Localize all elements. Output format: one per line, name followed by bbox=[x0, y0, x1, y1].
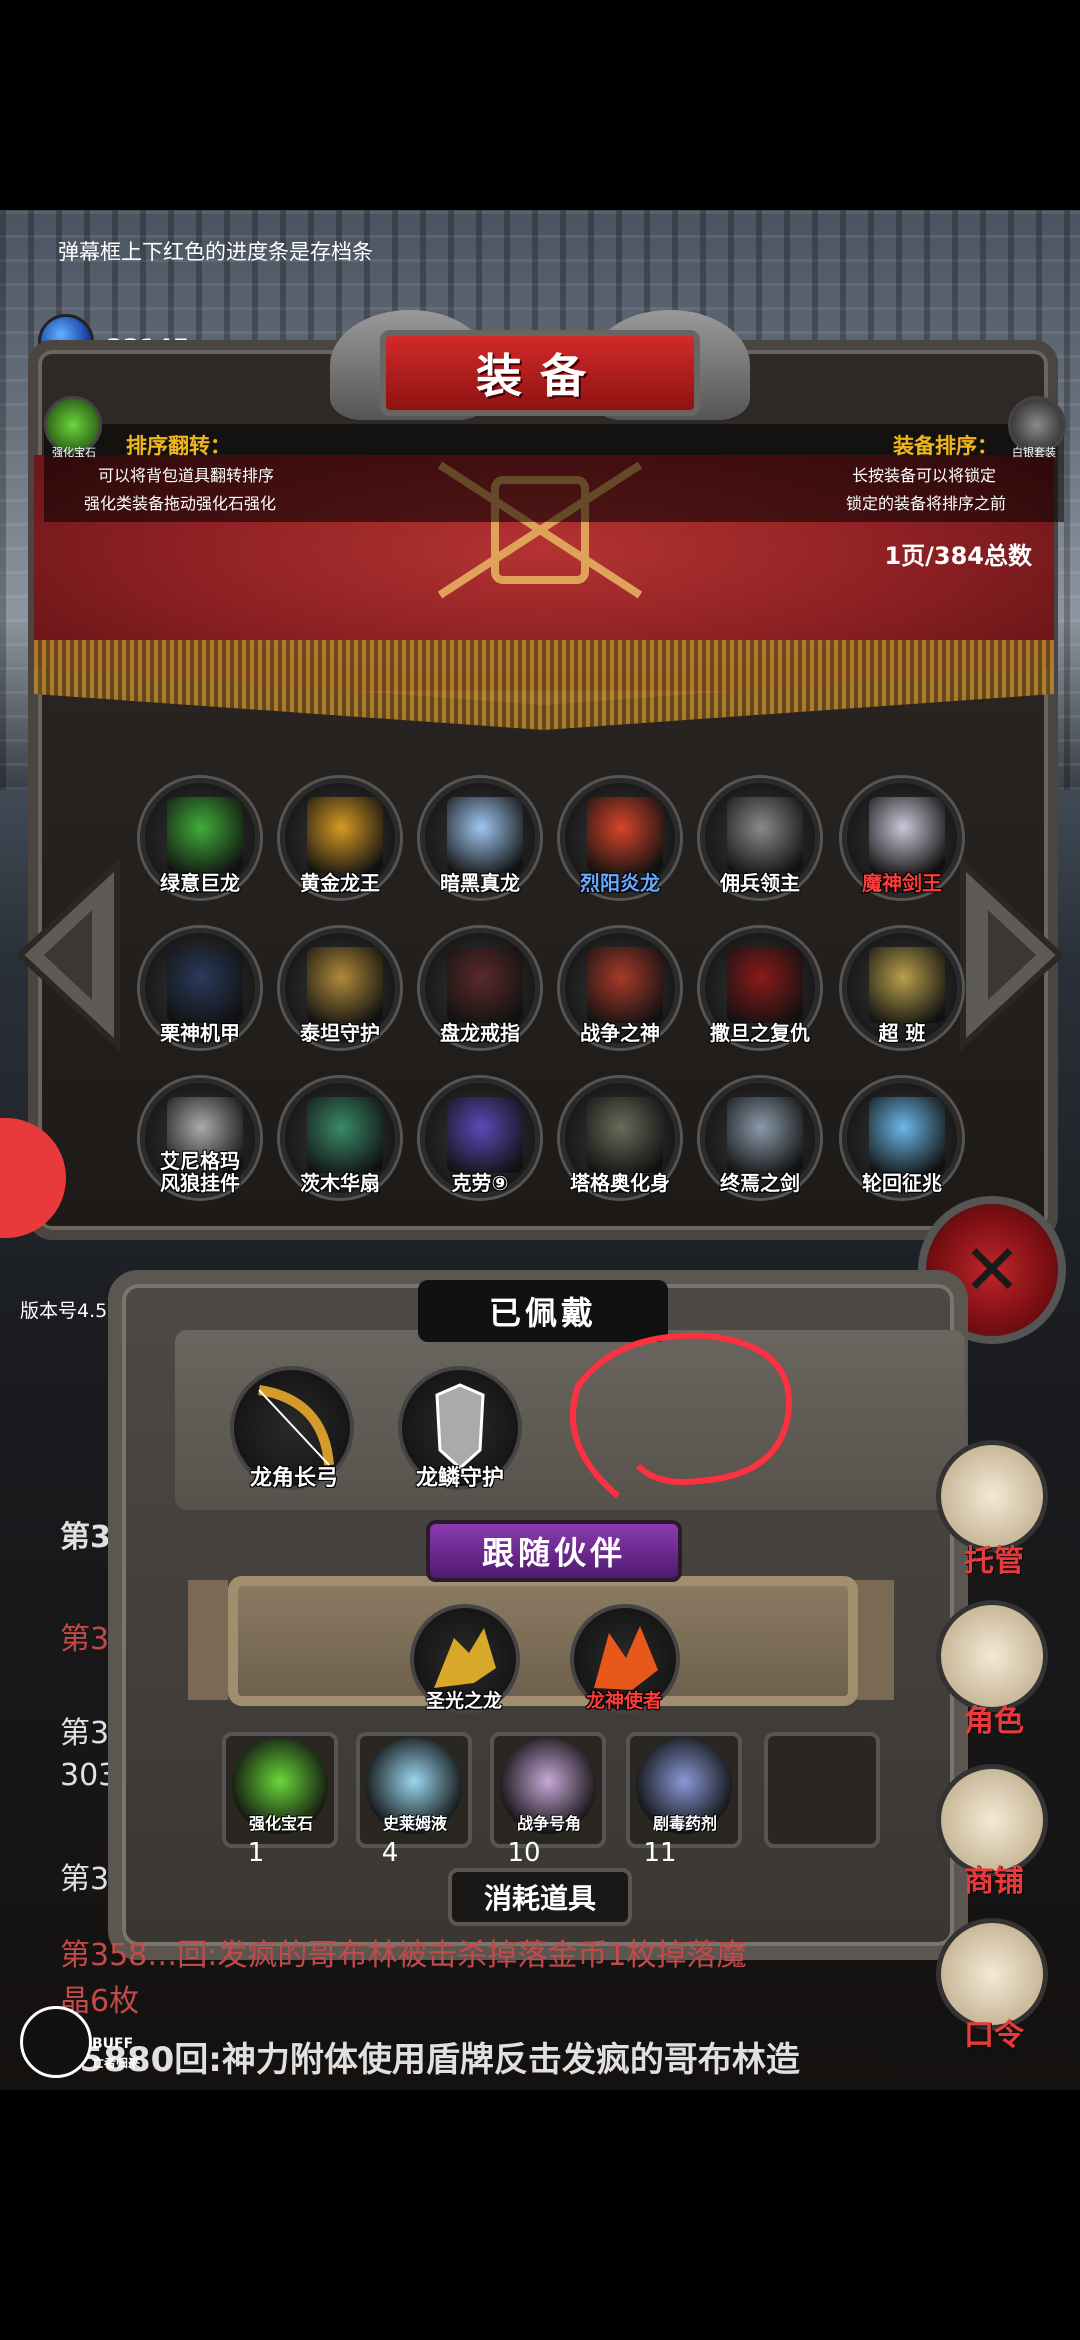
equipment-item[interactable]: 撒旦之复仇 bbox=[700, 928, 820, 1048]
equipment-title: 装备 bbox=[380, 330, 700, 416]
consumable-count: 10 bbox=[507, 1838, 541, 1868]
shop-label: 商铺 bbox=[964, 1864, 1024, 1899]
equipment-item[interactable]: 艾尼格玛 风狼挂件 bbox=[140, 1078, 260, 1198]
equipment-item[interactable]: 泰坦守护 bbox=[280, 928, 400, 1048]
equipment-item[interactable]: 暗黑真龙 bbox=[420, 778, 540, 898]
pillar-right bbox=[854, 1580, 894, 1700]
sort-reverse-line2: 强化类装备拖动强化石强化 bbox=[84, 494, 277, 513]
item-sprite-icon bbox=[167, 947, 243, 1023]
log-line: 第358…回:发疯的哥布林被击杀掉落金币1枚掉落魔 bbox=[60, 1938, 747, 1973]
auto-play-label: 托管 bbox=[964, 1544, 1024, 1579]
item-sprite-icon bbox=[869, 797, 945, 873]
item-name: 克劳⑨ bbox=[451, 1171, 509, 1195]
buff-sub: 亡者归来 bbox=[92, 2056, 141, 2070]
equipment-item[interactable]: 烈阳炎龙 bbox=[560, 778, 680, 898]
item-sprite-icon bbox=[727, 797, 803, 873]
equipment-item[interactable]: 盘龙戒指 bbox=[420, 928, 540, 1048]
consumable-name: 史莱姆液 bbox=[382, 1814, 447, 1833]
code-label: 口令 bbox=[964, 2018, 1024, 2053]
annotation-circle bbox=[570, 1332, 792, 1499]
buff-label: BUFF bbox=[92, 2036, 134, 2052]
item-sprite-icon bbox=[307, 797, 383, 873]
item-sprite-icon bbox=[447, 1097, 523, 1173]
equipment-item[interactable]: 塔格奥化身 bbox=[560, 1078, 680, 1198]
item-name: 绿意巨龙 bbox=[160, 871, 240, 895]
item-sprite-icon bbox=[587, 797, 663, 873]
prev-page-arrow-icon[interactable] bbox=[12, 860, 124, 1050]
sort-equip-line2: 锁定的装备将排序之前 bbox=[845, 494, 1006, 513]
item-sprite-icon bbox=[307, 1097, 383, 1173]
item-name: 艾尼格玛 风狼挂件 bbox=[160, 1149, 240, 1195]
item-sprite-icon bbox=[869, 1097, 945, 1173]
item-name: 超 班 bbox=[878, 1021, 926, 1045]
item-sprite-icon bbox=[869, 947, 945, 1023]
item-name: 烈阳炎龙 bbox=[580, 871, 660, 895]
item-name: 茨木华扇 bbox=[300, 1171, 380, 1195]
consumable-name: 战争号角 bbox=[516, 1814, 581, 1833]
equipment-item[interactable]: 战争之神 bbox=[560, 928, 680, 1048]
consumable-name: 剧毒药剂 bbox=[652, 1814, 717, 1833]
item-name: 战争之神 bbox=[580, 1021, 660, 1045]
item-name: 终焉之剑 bbox=[720, 1171, 800, 1195]
item-sprite-icon bbox=[447, 797, 523, 873]
equipped-name: 龙鳞守护 bbox=[415, 1466, 504, 1491]
enhance-gem-label: 强化宝石 bbox=[52, 446, 96, 459]
equipment-item[interactable]: 终焉之剑 bbox=[700, 1078, 820, 1198]
consumable-count: 4 bbox=[381, 1838, 399, 1868]
equipment-item[interactable]: 克劳⑨ bbox=[420, 1078, 540, 1198]
item-name: 佣兵领主 bbox=[720, 871, 800, 895]
item-name: 魔神剑王 bbox=[862, 871, 942, 895]
consumable-count: 1 bbox=[247, 1838, 265, 1868]
consumable-slot-empty[interactable] bbox=[764, 1732, 880, 1848]
equipment-item[interactable]: 轮回征兆 bbox=[842, 1078, 962, 1198]
consumable-count: 11 bbox=[643, 1838, 677, 1868]
log-line: 第3 bbox=[60, 1520, 111, 1555]
equipment-item[interactable]: 佣兵领主 bbox=[700, 778, 820, 898]
skull-buff-icon[interactable] bbox=[20, 2006, 92, 2078]
character-label: 角色 bbox=[964, 1704, 1024, 1739]
item-name: 泰坦守护 bbox=[300, 1021, 380, 1045]
equipment-item[interactable]: 茨木华扇 bbox=[280, 1078, 400, 1198]
item-sprite-icon bbox=[447, 947, 523, 1023]
log-line: 第3 bbox=[60, 1862, 110, 1897]
item-name: 撒旦之复仇 bbox=[710, 1021, 810, 1045]
item-sprite-icon bbox=[727, 947, 803, 1023]
version-label: 版本号4.57 bbox=[20, 1300, 120, 1322]
equipment-item[interactable]: 栗神机甲 bbox=[140, 928, 260, 1048]
equipment-item[interactable]: 黄金龙王 bbox=[280, 778, 400, 898]
item-name: 黄金龙王 bbox=[300, 871, 380, 895]
sort-equip-title[interactable]: 装备排序： bbox=[893, 430, 998, 460]
item-sprite-icon bbox=[167, 797, 243, 873]
item-sprite-icon bbox=[587, 947, 663, 1023]
pillar-left bbox=[188, 1580, 228, 1700]
page-info: 1页/384总数 bbox=[884, 542, 1032, 570]
sort-reverse-title[interactable]: 排序翻转： bbox=[126, 430, 231, 460]
equipment-item[interactable]: 超 班 bbox=[842, 928, 962, 1048]
consumables-header: 消耗道具 bbox=[448, 1868, 632, 1926]
companion-name: 龙神使者 bbox=[585, 1690, 662, 1712]
item-sprite-icon bbox=[307, 947, 383, 1023]
item-name: 塔格奥化身 bbox=[570, 1171, 670, 1195]
item-name: 栗神机甲 bbox=[160, 1021, 240, 1045]
tip-text: 弹幕框上下红色的进度条是存档条 bbox=[58, 240, 373, 264]
sort-reverse-line1: 可以将背包道具翻转排序 bbox=[98, 466, 275, 485]
item-sprite-icon bbox=[587, 1097, 663, 1173]
consumable-name: 强化宝石 bbox=[248, 1814, 313, 1833]
silver-set-label: 白银套装 bbox=[1012, 446, 1056, 459]
equipped-name: 龙角长弓 bbox=[249, 1466, 338, 1491]
item-sprite-icon bbox=[727, 1097, 803, 1173]
item-name: 盘龙戒指 bbox=[440, 1021, 520, 1045]
item-name: 轮回征兆 bbox=[862, 1171, 942, 1195]
item-name: 暗黑真龙 bbox=[440, 871, 520, 895]
equipment-item[interactable]: 绿意巨龙 bbox=[140, 778, 260, 898]
equipment-item[interactable]: 魔神剑王 bbox=[842, 778, 962, 898]
companion-name: 圣光之龙 bbox=[425, 1690, 502, 1712]
battle-log-latest: 35880回:神力附体使用盾牌反击发疯的哥布林造 bbox=[56, 2040, 800, 2080]
sort-equip-line1: 长按装备可以将锁定 bbox=[851, 466, 996, 485]
companion-header: 跟随伙伴 bbox=[426, 1520, 682, 1582]
